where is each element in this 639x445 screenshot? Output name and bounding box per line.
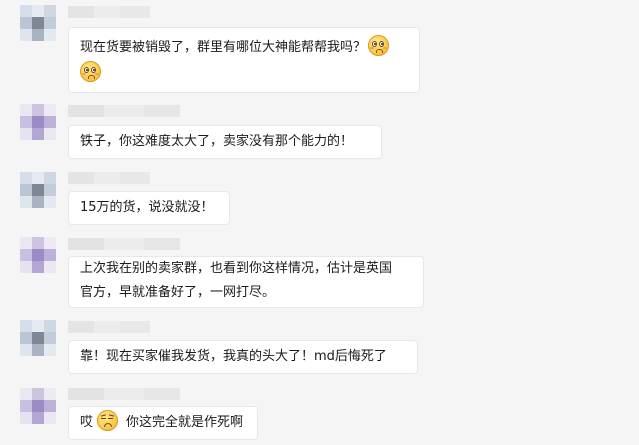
sender-name: [68, 321, 150, 333]
flushed-emoji-icon: [368, 35, 390, 56]
avatar[interactable]: [20, 320, 56, 356]
message-text: 上次我在别的卖家群，也看到你这样情况，估计是英国: [80, 261, 393, 276]
sender-name: [68, 105, 180, 117]
message-bubble[interactable]: 现在货要被销毁了，群里有哪位大神能帮帮我吗？: [68, 27, 420, 93]
sender-name: [68, 6, 150, 18]
message-bubble[interactable]: 靠！现在买家催我发货，我真的头大了！md后悔死了: [68, 340, 418, 374]
message-text: 15万的货，说没就没！: [80, 200, 214, 215]
frowning-emoji-icon: [97, 410, 119, 431]
sender-name: [68, 238, 180, 250]
sender-name: [68, 388, 180, 400]
message-bubble[interactable]: 哎你这完全就是作死啊: [68, 406, 258, 440]
message-bubble[interactable]: 上次我在别的卖家群，也看到你这样情况，估计是英国 官方，早就准备好了，一网打尽。: [68, 256, 424, 308]
message-text: 靠！现在买家催我发货，我真的头大了！md后悔死了: [80, 349, 387, 364]
flushed-emoji-icon: [80, 61, 101, 82]
message-text: 哎你这完全就是作死啊: [80, 410, 246, 436]
message-text: 现在货要被销毁了，群里有哪位大神能帮帮我吗？: [80, 35, 408, 61]
avatar[interactable]: [20, 172, 56, 208]
avatar[interactable]: [20, 104, 56, 140]
avatar[interactable]: [20, 388, 56, 424]
avatar[interactable]: [20, 237, 56, 273]
message-bubble[interactable]: 15万的货，说没就没！: [68, 191, 230, 225]
sender-name: [68, 172, 150, 184]
message-text: 铁子，你这难度太大了，卖家没有那个能力的！: [80, 134, 354, 149]
message-text: 官方，早就准备好了，一网打尽。: [80, 285, 276, 300]
message-bubble[interactable]: 铁子，你这难度太大了，卖家没有那个能力的！: [68, 125, 382, 159]
chat-message-list[interactable]: 现在货要被销毁了，群里有哪位大神能帮帮我吗？ 铁子，你这难度太大了，卖家没有那个…: [0, 0, 639, 445]
avatar[interactable]: [20, 5, 56, 41]
